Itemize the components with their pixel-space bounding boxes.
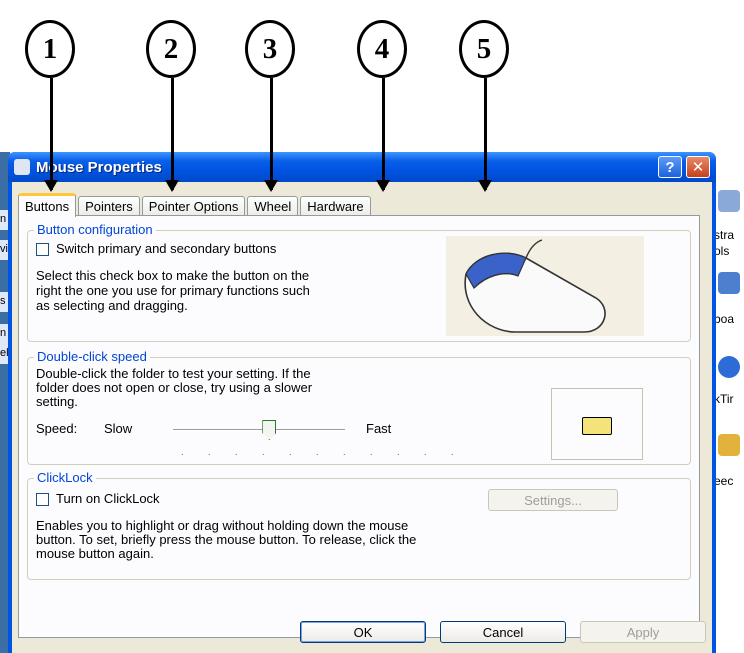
- description-line: setting.: [36, 394, 78, 409]
- callout-2: 2: [146, 20, 196, 78]
- mouse-illustration: [446, 236, 644, 336]
- tab-pointers[interactable]: Pointers: [78, 196, 140, 216]
- tab-strip: Buttons Pointers Pointer Options Wheel H…: [18, 192, 373, 217]
- switch-buttons-checkbox[interactable]: [36, 243, 49, 256]
- clicklock-checkbox[interactable]: [36, 493, 49, 506]
- help-button[interactable]: ?: [658, 156, 682, 178]
- description-line: Double-click the folder to test your set…: [36, 366, 311, 381]
- checkbox-label: Turn on ClickLock: [56, 491, 160, 506]
- callout-arrow-4: [376, 78, 390, 192]
- callout-arrow-3: [264, 78, 278, 192]
- fast-label: Fast: [366, 421, 392, 436]
- mouse-icon: [464, 239, 606, 333]
- test-area[interactable]: [551, 388, 643, 460]
- callout-arrow-1: [44, 78, 58, 192]
- settings-button[interactable]: Settings...: [488, 489, 618, 511]
- title-bar[interactable]: Mouse Properties ? ✕: [8, 152, 716, 182]
- callout-arrow-5: [478, 78, 492, 192]
- clicklock-group: ClickLock Turn on ClickLock Settings... …: [27, 470, 691, 580]
- description-line: folder does not open or close, try using…: [36, 380, 313, 395]
- tab-pointer-options[interactable]: Pointer Options: [141, 196, 246, 216]
- desktop-icon[interactable]: [718, 356, 740, 378]
- apply-button[interactable]: Apply: [580, 621, 706, 643]
- tab-buttons[interactable]: Buttons: [18, 193, 77, 217]
- callout-3: 3: [245, 20, 295, 78]
- folder-icon[interactable]: [582, 417, 612, 435]
- mouse-icon: [14, 159, 30, 175]
- group-heading: Double-click speed: [34, 349, 150, 364]
- tab-panel-buttons: Button configuration Switch primary and …: [18, 215, 700, 638]
- speed-slider-thumb[interactable]: [262, 420, 277, 440]
- desktop-icon[interactable]: [718, 190, 740, 212]
- double-click-speed-group: Double-click speed Double-click the fold…: [27, 349, 691, 465]
- desktop-label: kTir: [714, 392, 734, 406]
- window-title: Mouse Properties: [36, 158, 162, 176]
- desktop-area: stra ols boa kTir eec: [712, 152, 744, 653]
- speed-slider-track[interactable]: [173, 429, 345, 431]
- tab-wheel[interactable]: Wheel: [247, 196, 299, 216]
- description-line: as selecting and dragging.: [36, 298, 188, 313]
- callout-1: 1: [25, 20, 75, 78]
- description-line: right the one you use for primary functi…: [36, 283, 310, 298]
- desktop-icon[interactable]: [718, 272, 740, 294]
- desktop-label: eec: [714, 474, 734, 488]
- tab-hardware[interactable]: Hardware: [300, 196, 371, 216]
- desktop-label: boa: [714, 312, 735, 326]
- callout-4: 4: [357, 20, 407, 78]
- group-heading: ClickLock: [34, 470, 96, 485]
- group-heading: Button configuration: [34, 222, 156, 237]
- desktop-label: stra: [714, 228, 735, 242]
- description-line: button. To set, briefly press the mouse …: [36, 532, 417, 547]
- desktop-icon[interactable]: [718, 434, 740, 456]
- cancel-button[interactable]: Cancel: [440, 621, 566, 643]
- mouse-properties-dialog: Mouse Properties ? ✕ Buttons Pointers Po…: [8, 152, 716, 653]
- description-line: Select this check box to make the button…: [36, 268, 310, 283]
- desktop-label: ols: [714, 244, 730, 258]
- ok-button[interactable]: OK: [300, 621, 426, 643]
- callout-arrow-2: [165, 78, 179, 192]
- checkbox-label: Switch primary and secondary buttons: [56, 241, 277, 256]
- slider-ticks: . . . . . . . . . . .: [181, 447, 465, 457]
- slow-label: Slow: [104, 421, 133, 436]
- callout-5: 5: [459, 20, 509, 78]
- description-line: Enables you to highlight or drag without…: [36, 518, 409, 533]
- close-button[interactable]: ✕: [686, 156, 710, 178]
- dialog-body: Buttons Pointers Pointer Options Wheel H…: [12, 182, 712, 653]
- speed-label: Speed:: [36, 421, 78, 436]
- button-configuration-group: Button configuration Switch primary and …: [27, 222, 691, 342]
- description-line: mouse button again.: [36, 546, 154, 561]
